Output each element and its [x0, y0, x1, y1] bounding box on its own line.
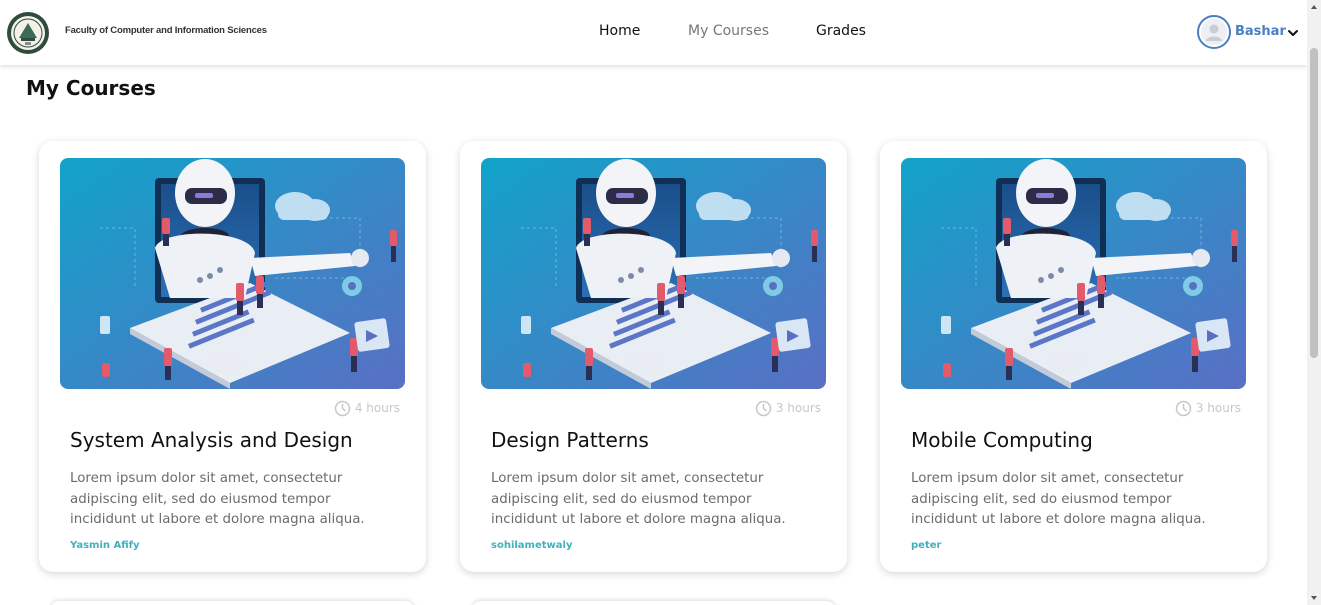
course-duration: 3 hours — [755, 399, 821, 417]
course-title[interactable]: System Analysis and Design — [70, 428, 353, 452]
course-duration: 3 hours — [1175, 399, 1241, 417]
course-card-peek — [471, 601, 836, 605]
course-duration-text: 3 hours — [1195, 401, 1241, 415]
clock-icon — [1175, 400, 1192, 417]
course-description: Lorem ipsum dolor sit amet, consectetur … — [911, 471, 1206, 527]
scroll-down-icon[interactable] — [1310, 594, 1318, 602]
course-image[interactable] — [901, 158, 1246, 389]
university-seal-icon[interactable] — [6, 11, 50, 55]
course-card-peek — [50, 601, 415, 605]
user-avatar-icon[interactable] — [1197, 15, 1231, 49]
user-name[interactable]: Bashar — [1235, 24, 1286, 39]
course-image[interactable] — [481, 158, 826, 389]
clock-icon — [334, 400, 351, 417]
chevron-down-icon[interactable] — [1287, 24, 1299, 36]
page: Faculty of Computer and Information Scie… — [0, 0, 1321, 605]
nav-grades[interactable]: Grades — [816, 23, 866, 39]
user-menu[interactable]: Bashar — [1197, 15, 1303, 49]
top-navbar: Faculty of Computer and Information Scie… — [0, 0, 1307, 65]
course-duration: 4 hours — [334, 399, 400, 417]
faculty-name: Faculty of Computer and Information Scie… — [65, 25, 267, 36]
course-description: Lorem ipsum dolor sit amet, consectetur … — [70, 471, 365, 527]
course-instructor[interactable]: Yasmin Afify — [70, 540, 140, 551]
course-card[interactable]: 3 hours Design Patterns Lorem ipsum dolor … — [460, 141, 847, 572]
course-duration-text: 4 hours — [354, 401, 400, 415]
course-title[interactable]: Design Patterns — [491, 428, 649, 452]
scrollbar-thumb[interactable] — [1310, 48, 1318, 358]
course-description: Lorem ipsum dolor sit amet, consectetur … — [491, 471, 786, 527]
course-card[interactable]: 4 hours System Analysis and Design Lorem i… — [39, 141, 426, 572]
course-title[interactable]: Mobile Computing — [911, 428, 1093, 452]
course-card[interactable]: 3 hours Mobile Computing Lorem ipsum dolor… — [880, 141, 1267, 572]
course-instructor[interactable]: sohilametwaly — [491, 540, 572, 551]
course-instructor[interactable]: peter — [911, 540, 941, 551]
scroll-up-icon[interactable] — [1310, 3, 1318, 11]
nav-home[interactable]: Home — [599, 23, 640, 39]
course-duration-text: 3 hours — [775, 401, 821, 415]
nav-my-courses[interactable]: My Courses — [688, 23, 769, 39]
page-scrollbar[interactable] — [1307, 0, 1321, 605]
clock-icon — [755, 400, 772, 417]
page-title: My Courses — [26, 76, 156, 100]
course-image[interactable] — [60, 158, 405, 389]
